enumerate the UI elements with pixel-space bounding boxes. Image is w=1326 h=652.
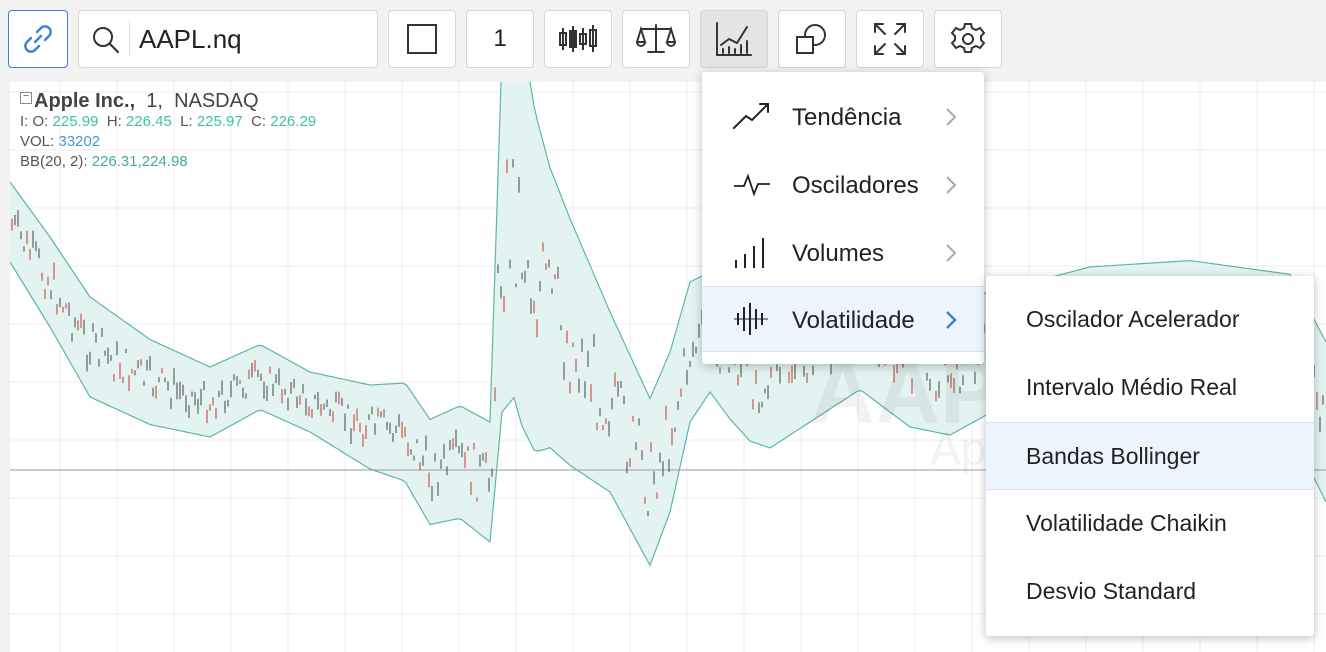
symbol-input[interactable] bbox=[139, 19, 369, 59]
submenu-item-average-true-range[interactable]: Intervalo Médio Real bbox=[986, 354, 1314, 422]
fullscreen-button[interactable] bbox=[856, 10, 924, 68]
menu-item-oscillators-label: Osciladores bbox=[792, 172, 919, 199]
settings-button[interactable] bbox=[934, 10, 1002, 68]
close-label: C: bbox=[251, 113, 267, 130]
legend-interval: 1, bbox=[146, 90, 163, 112]
menu-item-trend-label: Tendência bbox=[792, 104, 902, 131]
square-icon bbox=[407, 24, 437, 54]
submenu-item-label: Bandas Bollinger bbox=[1026, 443, 1200, 469]
drawings-button[interactable] bbox=[778, 10, 846, 68]
interval-button[interactable]: 1 bbox=[466, 10, 534, 68]
submenu-item-bollinger-bands[interactable]: Bandas Bollinger bbox=[986, 422, 1314, 490]
gear-icon bbox=[951, 23, 985, 53]
chevron-right-icon bbox=[946, 176, 957, 194]
link-button[interactable] bbox=[8, 10, 68, 68]
search-separator bbox=[129, 21, 130, 57]
trend-icon bbox=[733, 103, 769, 129]
legend-company: Apple Inc., bbox=[34, 90, 136, 112]
submenu-item-label: Oscilador Acelerador bbox=[1026, 306, 1240, 332]
close-value: 226.29 bbox=[270, 113, 317, 130]
low-label: L: bbox=[180, 113, 193, 130]
menu-item-oscillators[interactable]: Osciladores bbox=[702, 152, 984, 218]
shapes-icon bbox=[796, 24, 826, 54]
indicator-menu: Tendência Osciladores Volumes Volatilida… bbox=[702, 72, 984, 364]
volume-value: 33202 bbox=[58, 133, 101, 150]
indicators-button[interactable] bbox=[700, 10, 768, 68]
low-value: 225.97 bbox=[196, 113, 243, 130]
indicators-icon bbox=[716, 22, 752, 56]
legend-bollinger: BB(20, 2): 226.31,224.98 bbox=[20, 152, 316, 172]
open-label: I: O: bbox=[20, 113, 49, 130]
toolbar: 1 bbox=[0, 0, 1326, 80]
legend-title: − Apple Inc., 1, NASDAQ bbox=[20, 90, 316, 112]
volume-label: VOL: bbox=[20, 133, 55, 150]
balance-scale-icon bbox=[636, 24, 676, 53]
legend-volume: VOL: 33202 bbox=[20, 132, 316, 152]
legend-exchange: NASDAQ bbox=[174, 90, 259, 112]
submenu-item-accelerator-oscillator[interactable]: Oscilador Acelerador bbox=[986, 286, 1314, 354]
legend-ohlc: I: O: 225.99 H: 226.45 L: 225.97 C: 226.… bbox=[20, 112, 316, 132]
symbol-search[interactable] bbox=[78, 10, 378, 68]
chevron-right-icon bbox=[946, 244, 957, 262]
bollinger-value: 226.31,224.98 bbox=[91, 153, 188, 170]
chevron-right-icon bbox=[946, 108, 957, 126]
menu-item-volumes[interactable]: Volumes bbox=[702, 220, 984, 286]
candlestick-icon bbox=[559, 25, 597, 52]
chevron-right-icon bbox=[946, 311, 957, 329]
link-icon bbox=[24, 25, 52, 53]
volume-bars-icon bbox=[735, 238, 764, 268]
menu-item-volatility[interactable]: Volatilidade bbox=[702, 286, 984, 352]
volatility-submenu: Oscilador Acelerador Intervalo Médio Rea… bbox=[986, 276, 1314, 636]
volatility-icon bbox=[734, 303, 768, 335]
compare-button[interactable] bbox=[622, 10, 690, 68]
submenu-item-label: Volatilidade Chaikin bbox=[1026, 510, 1227, 536]
oscillator-icon bbox=[734, 173, 770, 197]
submenu-item-chaikin-volatility[interactable]: Volatilidade Chaikin bbox=[986, 490, 1314, 558]
search-icon bbox=[93, 27, 120, 54]
menu-item-trend[interactable]: Tendência bbox=[702, 84, 984, 150]
bollinger-label: BB(20, 2): bbox=[20, 153, 88, 170]
fullscreen-icon bbox=[874, 23, 906, 55]
high-value: 226.45 bbox=[125, 113, 172, 130]
submenu-item-label: Intervalo Médio Real bbox=[1026, 374, 1237, 400]
menu-item-volatility-label: Volatilidade bbox=[792, 307, 915, 334]
submenu-item-label: Desvio Standard bbox=[1026, 578, 1197, 604]
menu-item-volumes-label: Volumes bbox=[792, 240, 885, 267]
high-label: H: bbox=[106, 113, 122, 130]
collapse-legend-button[interactable]: − bbox=[20, 92, 32, 104]
interval-label: 1 bbox=[493, 25, 507, 52]
chart-legend: − Apple Inc., 1, NASDAQ I: O: 225.99 H: 2… bbox=[20, 90, 316, 172]
chart-type-button[interactable] bbox=[544, 10, 612, 68]
submenu-item-standard-deviation[interactable]: Desvio Standard bbox=[986, 558, 1314, 626]
chart-style-button[interactable] bbox=[388, 10, 456, 68]
open-value: 225.99 bbox=[52, 113, 99, 130]
